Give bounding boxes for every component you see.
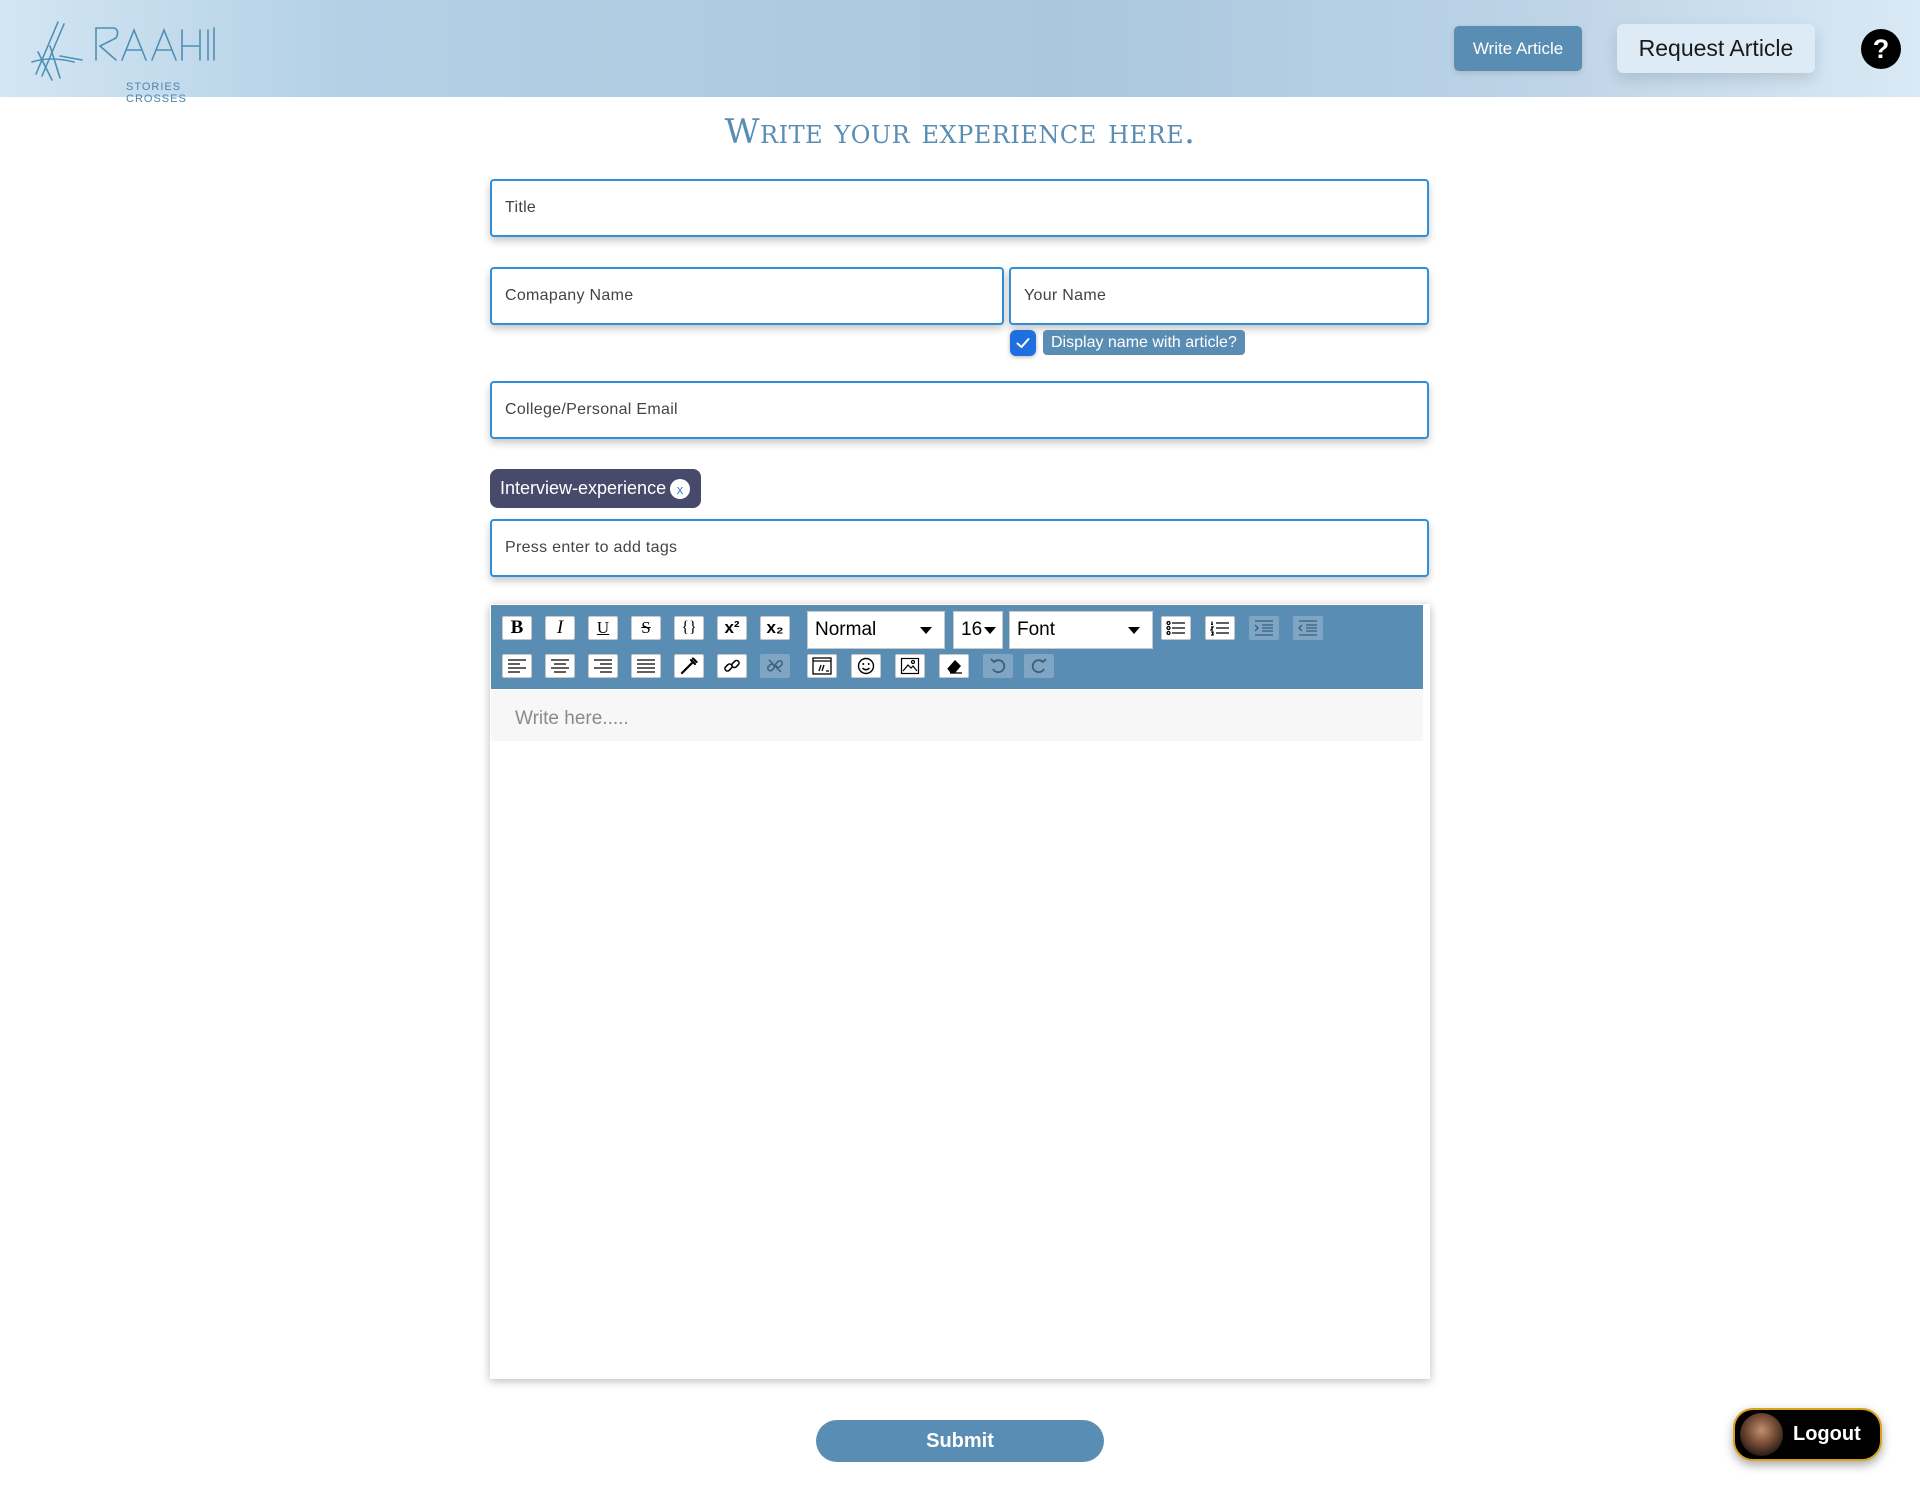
block-type-value: Normal — [815, 619, 877, 640]
link-icon — [724, 659, 740, 672]
font-family-dropdown[interactable]: Font — [1009, 611, 1153, 649]
align-center-button[interactable] — [545, 654, 575, 678]
your-name-input[interactable] — [1009, 267, 1429, 325]
chevron-down-icon — [984, 627, 996, 634]
title-input[interactable] — [490, 179, 1429, 237]
tags-input[interactable] — [490, 519, 1429, 577]
subscript-button[interactable]: x₂ — [760, 616, 790, 640]
avatar — [1740, 1413, 1783, 1456]
editor-toolbar: B I U S {} x² x₂ Normal 16 Font — [491, 605, 1423, 689]
align-center-icon — [551, 659, 569, 673]
indent-icon — [1254, 620, 1273, 636]
font-size-dropdown[interactable]: 16 — [953, 611, 1003, 649]
logo-pen-icon — [31, 21, 215, 81]
numbered-list-icon — [1210, 621, 1229, 636]
font-family-value: Font — [1017, 619, 1056, 640]
request-article-button[interactable]: Request Article — [1617, 24, 1815, 73]
embed-icon — [812, 657, 832, 675]
raahi-logo[interactable]: STORIES CROSSES — [30, 16, 235, 105]
underline-button[interactable]: U — [588, 616, 618, 640]
undo-button[interactable] — [983, 654, 1013, 678]
embed-button[interactable] — [807, 654, 837, 678]
redo-icon — [1031, 658, 1047, 674]
tag-remove-icon[interactable]: x — [670, 479, 690, 499]
chevron-down-icon — [920, 627, 932, 634]
font-size-value: 16 — [961, 619, 983, 640]
display-name-label: Display name with article? — [1043, 330, 1245, 355]
page-title: Write your experience here. — [724, 112, 1196, 152]
tag-label: Interview-experience — [500, 478, 667, 498]
unordered-list-button[interactable] — [1161, 616, 1191, 640]
block-type-dropdown[interactable]: Normal — [807, 611, 945, 649]
remove-format-button[interactable] — [939, 654, 969, 678]
top-navbar: STORIES CROSSES Write Article Request Ar… — [0, 0, 1920, 105]
code-button[interactable]: {} — [674, 616, 704, 640]
align-justify-button[interactable] — [631, 654, 661, 678]
align-right-icon — [594, 659, 612, 673]
align-left-icon — [508, 659, 526, 673]
eyedropper-icon — [680, 657, 698, 675]
color-picker-button[interactable] — [674, 654, 704, 678]
align-right-button[interactable] — [588, 654, 618, 678]
image-icon — [900, 657, 920, 675]
ordered-list-button[interactable] — [1205, 616, 1235, 640]
emoji-button[interactable] — [851, 654, 881, 678]
help-icon[interactable]: ? — [1861, 29, 1901, 69]
strikethrough-button[interactable]: S — [631, 616, 661, 640]
emoji-icon — [857, 657, 875, 675]
bullet-list-icon — [1166, 620, 1185, 636]
indent-button[interactable] — [1249, 616, 1279, 640]
editor-content-area[interactable]: Write here..... — [491, 690, 1423, 741]
eraser-icon — [946, 660, 962, 674]
company-name-input[interactable] — [490, 267, 1004, 325]
italic-button[interactable]: I — [545, 616, 575, 640]
align-left-button[interactable] — [502, 654, 532, 678]
submit-button[interactable]: Submit — [816, 1420, 1104, 1462]
image-button[interactable] — [895, 654, 925, 678]
bold-button[interactable]: B — [502, 616, 532, 640]
unlink-button[interactable] — [760, 654, 790, 678]
logo-tagline: STORIES CROSSES — [126, 81, 187, 105]
undo-icon — [990, 658, 1006, 674]
logout-label: Logout — [1793, 1423, 1861, 1445]
redo-button[interactable] — [1024, 654, 1054, 678]
unlink-icon — [767, 659, 783, 673]
display-name-checkbox[interactable] — [1010, 330, 1036, 356]
link-button[interactable] — [717, 654, 747, 678]
outdent-icon — [1298, 620, 1317, 636]
logout-button[interactable]: Logout — [1733, 1408, 1882, 1461]
align-justify-icon — [637, 659, 655, 673]
rich-text-editor: B I U S {} x² x₂ Normal 16 Font Write he… — [490, 604, 1430, 1379]
superscript-button[interactable]: x² — [717, 616, 747, 640]
email-input[interactable] — [490, 381, 1429, 439]
outdent-button[interactable] — [1293, 616, 1323, 640]
write-article-button[interactable]: Write Article — [1454, 26, 1582, 71]
chevron-down-icon — [1128, 627, 1140, 634]
tag-chip: Interview-experience x — [490, 469, 701, 508]
checkmark-icon — [1016, 338, 1030, 348]
